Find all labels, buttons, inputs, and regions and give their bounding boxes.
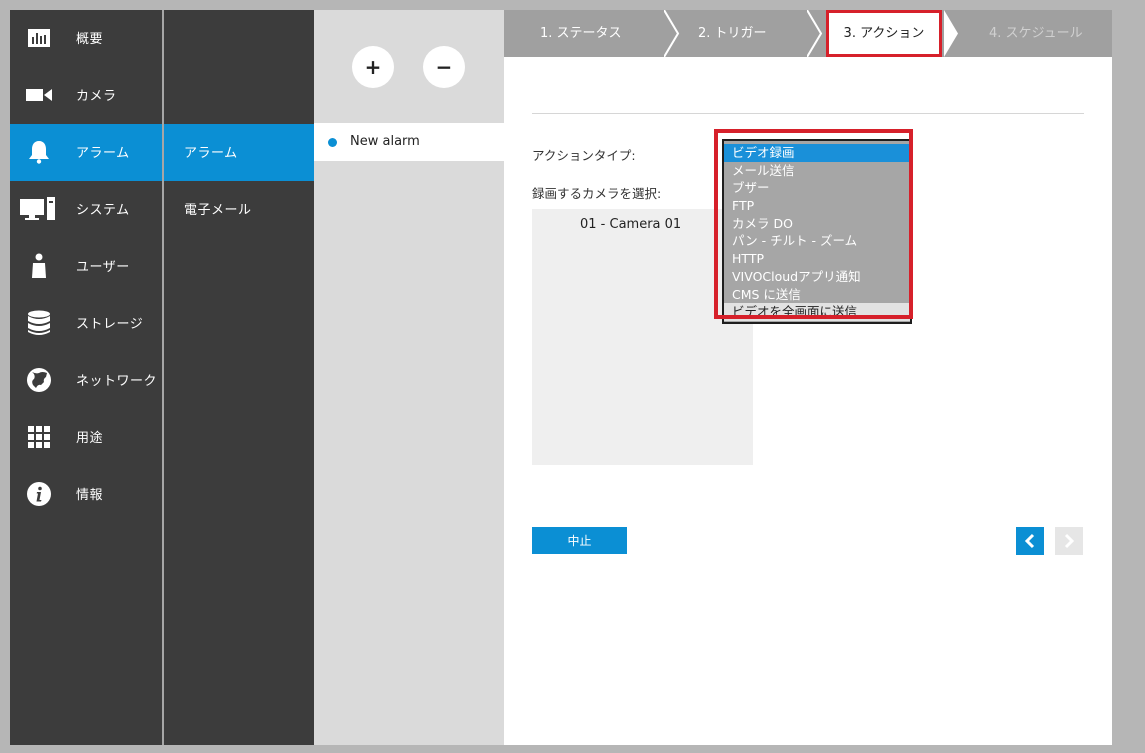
alarm-status-dot <box>328 138 337 147</box>
sidebar-item-label: カメラ <box>76 89 117 104</box>
subnav-item-alarm[interactable]: アラーム <box>164 124 314 181</box>
step-arrow-icon <box>944 10 958 57</box>
dropdown-highlight-frame <box>714 129 913 319</box>
monitor-icon <box>20 196 56 222</box>
alarm-list-item[interactable]: New alarm <box>314 123 504 161</box>
section-divider <box>532 113 1084 114</box>
globe-icon <box>26 367 52 393</box>
sidebar-item-label: ユーザー <box>76 260 130 275</box>
bell-icon <box>26 139 52 165</box>
step-arrow-icon <box>664 10 680 57</box>
sidebar-item-label: アラーム <box>76 146 130 161</box>
sidebar-item-label: システム <box>76 203 130 218</box>
database-icon <box>26 310 52 336</box>
cancel-button[interactable]: 中止 <box>532 527 627 554</box>
chevron-left-icon <box>1024 533 1035 549</box>
sidebar-item-label: ネットワーク <box>76 374 158 389</box>
app-frame: 概要 カメラ アラーム システム ユーザー ストレージ ネットワーク 用途 情報… <box>10 10 1112 745</box>
sidebar: 概要 カメラ アラーム システム ユーザー ストレージ ネットワーク 用途 情報 <box>10 10 162 745</box>
sidebar-item-info[interactable]: 情報 <box>10 466 162 523</box>
wizard-step-schedule: 4. スケジュール <box>989 26 1083 41</box>
camera-icon <box>26 82 52 108</box>
sidebar-item-application[interactable]: 用途 <box>10 409 162 466</box>
info-icon <box>26 481 52 507</box>
chevron-right-icon <box>1064 533 1075 549</box>
user-icon <box>26 253 52 279</box>
sidebar-item-label: 情報 <box>76 488 104 503</box>
sidebar-item-overview[interactable]: 概要 <box>10 10 162 67</box>
next-step-button <box>1055 527 1083 555</box>
subnav-item-label: アラーム <box>184 146 238 161</box>
add-alarm-button[interactable]: + <box>352 46 394 88</box>
wizard-steps: 1. ステータス 2. トリガー 3. アクション 4. スケジュール <box>504 10 1112 57</box>
sidebar-item-label: 概要 <box>76 32 104 47</box>
sidebar-item-alarm[interactable]: アラーム <box>10 124 162 181</box>
sidebar-item-label: ストレージ <box>76 317 144 332</box>
sidebar-item-system[interactable]: システム <box>10 181 162 238</box>
subnav-item-label: 電子メール <box>184 203 252 218</box>
wizard-step-action[interactable]: 3. アクション <box>826 10 942 57</box>
sidebar-item-storage[interactable]: ストレージ <box>10 295 162 352</box>
camera-list-item[interactable]: 01 - Camera 01 <box>580 217 681 232</box>
subnav-item-email[interactable]: 電子メール <box>164 181 314 238</box>
sidebar-item-user[interactable]: ユーザー <box>10 238 162 295</box>
main-content: 1. ステータス 2. トリガー 3. アクション 4. スケジュール アクショ… <box>504 10 1112 745</box>
wizard-step-status[interactable]: 1. ステータス <box>540 10 622 57</box>
sidebar-item-label: 用途 <box>76 431 104 446</box>
previous-step-button[interactable] <box>1016 527 1044 555</box>
wizard-step-trigger[interactable]: 2. トリガー <box>698 10 767 57</box>
remove-alarm-button[interactable]: − <box>423 46 465 88</box>
chart-icon <box>26 25 52 51</box>
subnav: アラーム 電子メール <box>164 10 314 745</box>
sidebar-item-network[interactable]: ネットワーク <box>10 352 162 409</box>
alarm-name: New alarm <box>350 134 420 149</box>
sidebar-item-camera[interactable]: カメラ <box>10 67 162 124</box>
alarm-list-panel: + − New alarm <box>314 10 504 745</box>
camera-select-label: 録画するカメラを選択: <box>532 186 662 201</box>
grid-icon <box>26 424 52 450</box>
action-type-label: アクションタイプ: <box>532 148 636 163</box>
step-arrow-icon <box>807 10 823 57</box>
